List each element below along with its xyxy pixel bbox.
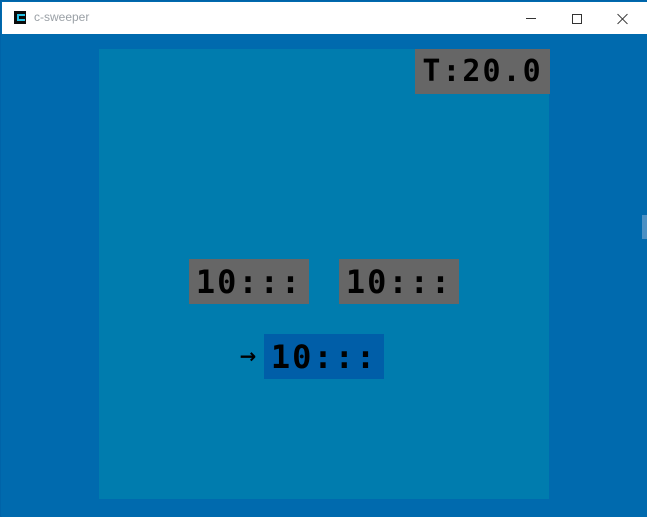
right-arrow-icon: → [239, 344, 257, 368]
minimize-button[interactable] [508, 3, 554, 34]
score-panel-left[interactable]: 10::: [189, 259, 309, 304]
score-panel-right[interactable]: 10::: [339, 259, 459, 304]
close-button[interactable] [600, 3, 646, 34]
close-icon [617, 13, 629, 25]
score-panel-selected[interactable]: 10::: [264, 334, 384, 379]
game-client-area: T:20.0 10::: 10::: → 10::: [2, 34, 647, 517]
maximize-icon [572, 13, 582, 24]
timer-display: T:20.0 [415, 49, 550, 94]
game-board[interactable]: T:20.0 10::: 10::: → 10::: [99, 49, 550, 499]
app-window: c-sweeper T:20.0 10::: 10::: → 10::: [0, 0, 647, 517]
title-bar[interactable]: c-sweeper [2, 2, 647, 34]
maximize-button[interactable] [554, 3, 600, 34]
minimize-icon [526, 18, 536, 19]
window-title: c-sweeper [34, 10, 90, 24]
scrollbar-thumb[interactable] [642, 215, 647, 239]
app-icon [14, 11, 26, 24]
